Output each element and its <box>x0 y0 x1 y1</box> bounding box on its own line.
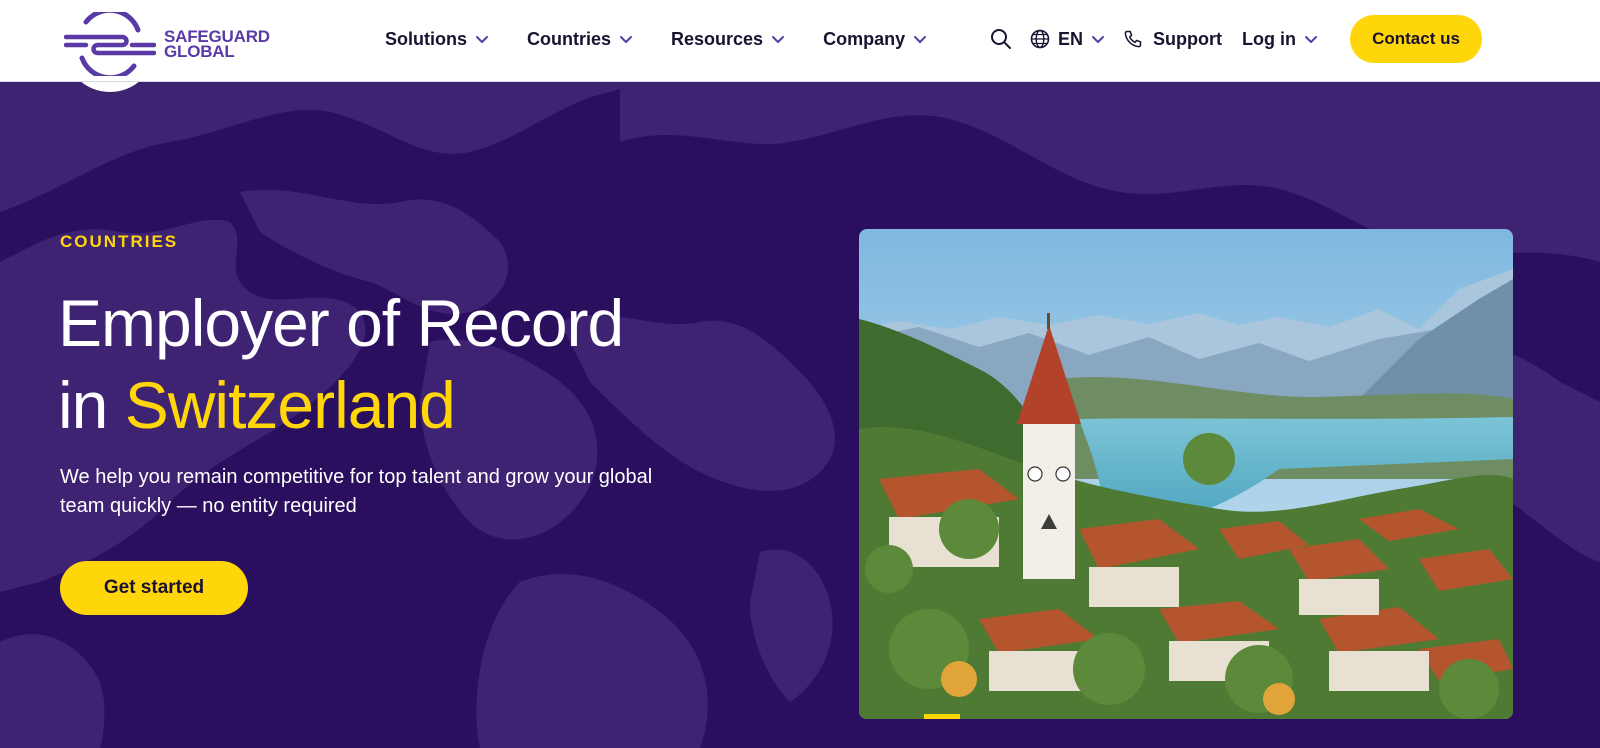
nav-solutions-label: Solutions <box>385 28 467 49</box>
hero-title: Employer of Record in Switzerland <box>58 282 758 446</box>
nav-countries[interactable]: Countries <box>527 29 633 50</box>
nav-company[interactable]: Company <box>823 29 927 50</box>
login-label: Log in <box>1242 28 1296 49</box>
chevron-down-icon <box>1304 32 1318 46</box>
chevron-down-icon <box>771 32 785 46</box>
get-started-button[interactable]: Get started <box>60 561 248 615</box>
language-selector[interactable]: EN <box>1030 29 1105 50</box>
support-link[interactable]: Support <box>1123 29 1222 50</box>
phone-icon <box>1123 29 1143 49</box>
contact-us-button[interactable]: Contact us <box>1350 15 1482 63</box>
main-nav: Solutions Countries Resources Company <box>385 0 965 78</box>
chevron-down-icon <box>475 32 489 46</box>
chevron-down-icon <box>1091 32 1105 46</box>
safeguard-logo-icon <box>64 12 156 76</box>
language-label: EN <box>1058 28 1084 49</box>
brand-logo[interactable]: SAFEGUARD GLOBAL <box>64 12 270 76</box>
header-tools: EN Support Log in <box>990 0 1318 78</box>
nav-resources-label: Resources <box>671 28 764 49</box>
hero-title-prefix: in <box>58 368 125 442</box>
nav-resources[interactable]: Resources <box>671 29 785 50</box>
brand-line2: GLOBAL <box>164 42 235 61</box>
search-icon <box>990 28 1012 50</box>
nav-company-label: Company <box>823 28 906 49</box>
support-label: Support <box>1153 28 1223 49</box>
hero-title-highlight: Switzerland <box>124 368 456 442</box>
hero-title-line1: Employer of Record <box>58 286 624 360</box>
carousel-indicator[interactable] <box>924 714 960 719</box>
swiss-lake-town-photo <box>859 229 1513 719</box>
nav-solutions[interactable]: Solutions <box>385 29 489 50</box>
brand-wordmark: SAFEGUARD GLOBAL <box>164 28 270 61</box>
hero-eyebrow: COUNTRIES <box>60 232 179 251</box>
chevron-down-icon <box>913 32 927 46</box>
hero-subtitle: We help you remain competitive for top t… <box>60 466 653 517</box>
login-menu[interactable]: Log in <box>1242 29 1318 50</box>
nav-countries-label: Countries <box>527 28 612 49</box>
chevron-down-icon <box>619 32 633 46</box>
hero-section: COUNTRIES Employer of Record in Switzerl… <box>0 82 1600 748</box>
globe-icon <box>1030 29 1050 49</box>
search-button[interactable] <box>990 28 1012 50</box>
